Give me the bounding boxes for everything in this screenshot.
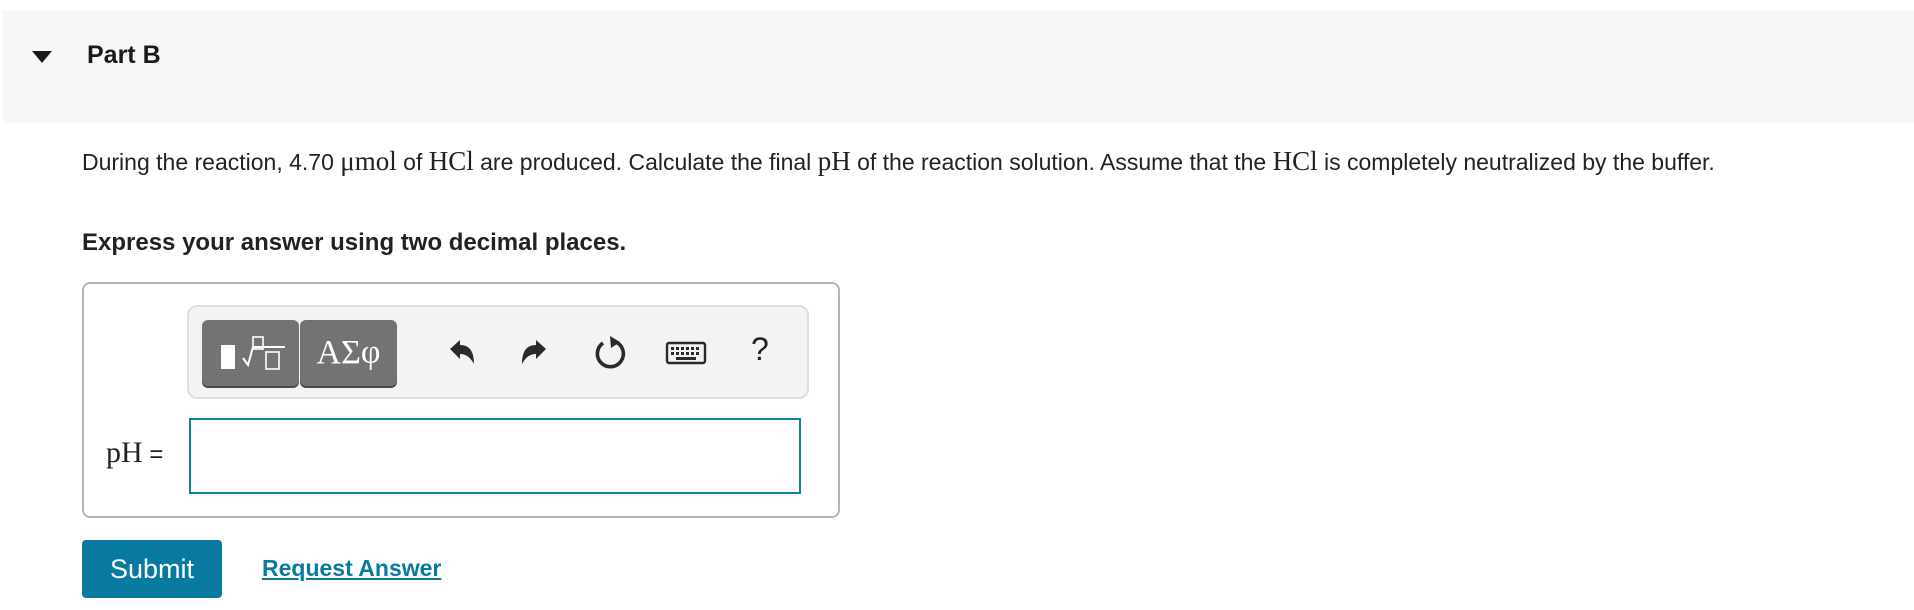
question-text: During the reaction, 4.70 <box>82 149 341 175</box>
question-text: of the reaction solution. Assume that th… <box>850 149 1273 175</box>
part-header[interactable] <box>2 10 1914 123</box>
hcl-math: HCl <box>428 146 474 176</box>
part-title: Part B <box>87 41 161 69</box>
submit-button[interactable]: Submit <box>82 540 222 598</box>
math-toolbar: ΑΣφ ? <box>187 305 809 399</box>
ph-math: pH <box>817 146 851 176</box>
request-answer-link[interactable]: Request Answer <box>262 555 441 582</box>
question-text: of <box>396 149 429 175</box>
hcl-math: HCl <box>1272 146 1318 176</box>
help-icon[interactable]: ? <box>751 331 769 368</box>
redo-icon[interactable] <box>516 333 556 373</box>
templates-button[interactable] <box>202 320 299 386</box>
unit-math: μmol <box>340 146 397 176</box>
keyboard-icon[interactable] <box>665 333 707 373</box>
ph-answer-input[interactable] <box>189 418 801 494</box>
equals-sign: = <box>142 441 164 468</box>
question-text: is completely neutralized by the buffer. <box>1317 149 1715 175</box>
collapse-caret-icon[interactable] <box>32 51 52 63</box>
undo-icon[interactable] <box>440 333 480 373</box>
question-prompt: During the reaction, 4.70 μmol of HCl ar… <box>82 145 1882 178</box>
templates-icon <box>220 336 285 370</box>
question-text: are produced. Calculate the final <box>473 149 818 175</box>
answer-label: pH = <box>106 436 163 470</box>
reset-icon[interactable] <box>590 333 630 373</box>
greek-symbols-button[interactable]: ΑΣφ <box>300 320 397 386</box>
ph-label-math: pH <box>106 436 143 469</box>
answer-instruction: Express your answer using two decimal pl… <box>82 229 627 256</box>
